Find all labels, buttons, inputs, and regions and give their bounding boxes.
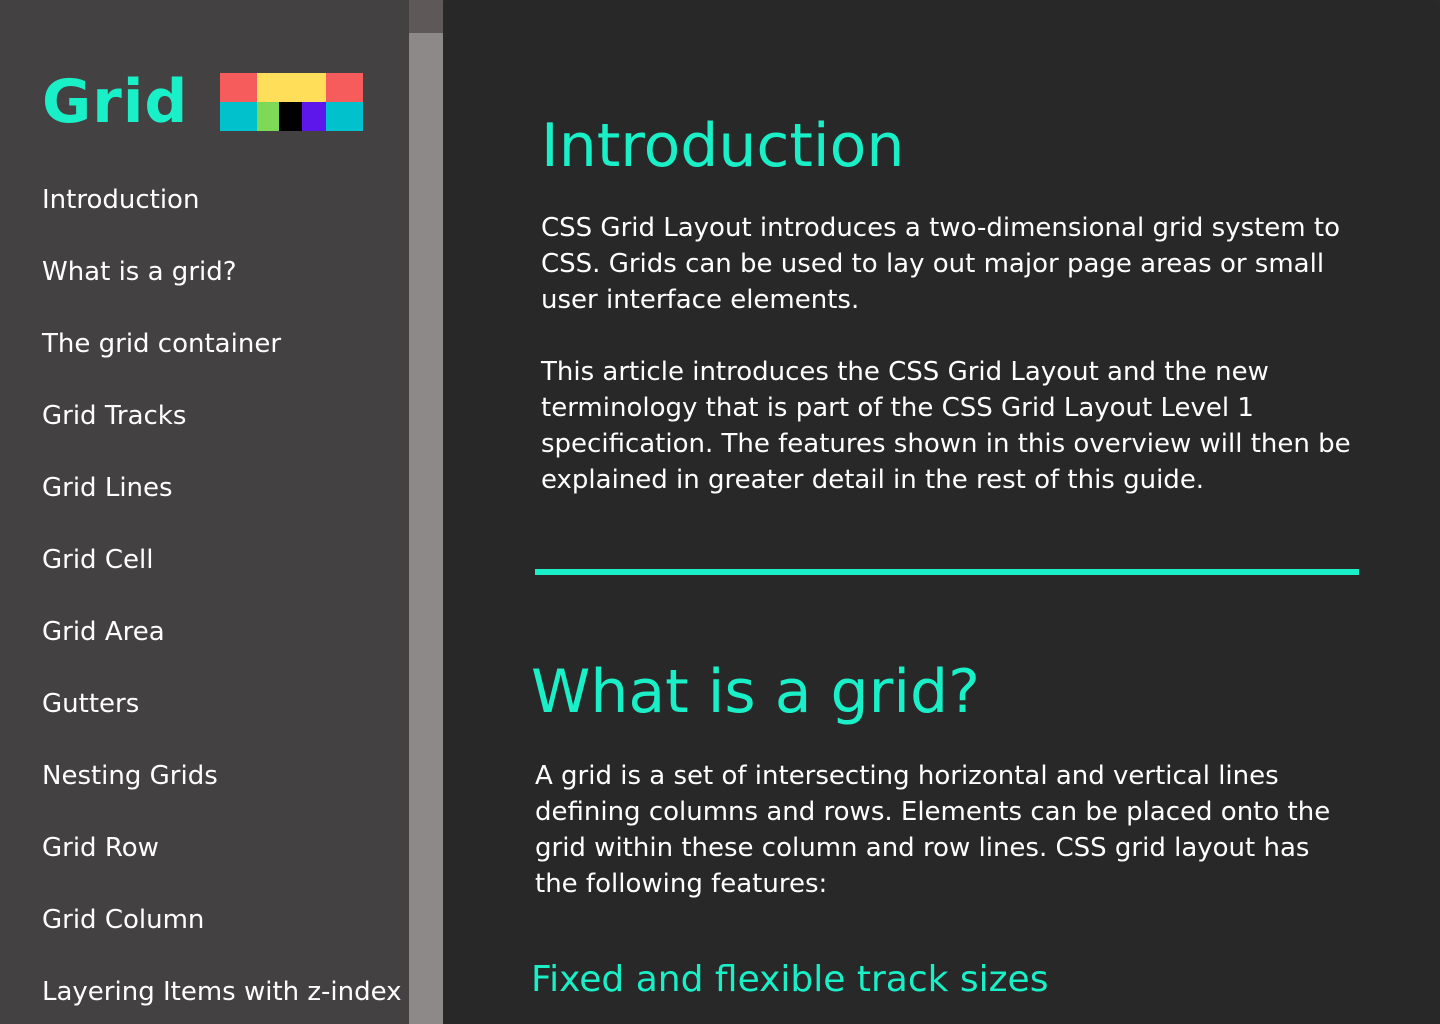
sidebar-item-what-is-a-grid[interactable]: What is a grid? (42, 236, 402, 308)
grid-definition-paragraph: A grid is a set of intersecting horizont… (535, 761, 1331, 899)
scrollbar-thumb[interactable] (409, 0, 443, 33)
brand: Grid (42, 62, 363, 142)
site-title: Grid (42, 67, 189, 137)
main-content: Introduction CSS Grid Layout introduces … (443, 0, 1440, 1024)
sidebar-item-introduction[interactable]: Introduction (42, 164, 402, 236)
section-heading-introduction: Introduction (541, 111, 905, 181)
intro-paragraph-2: This article introduces the CSS Grid Lay… (541, 357, 1351, 495)
sidebar-item-layering-items[interactable]: Layering Items with z-index (42, 956, 402, 1024)
section-divider (535, 569, 1359, 575)
sidebar-item-grid-lines[interactable]: Grid Lines (42, 452, 402, 524)
sidebar-item-grid-tracks[interactable]: Grid Tracks (42, 380, 402, 452)
sidebar-item-grid-cell[interactable]: Grid Cell (42, 524, 402, 596)
sidebar-item-nesting-grids[interactable]: Nesting Grids (42, 740, 402, 812)
sidebar-item-grid-column[interactable]: Grid Column (42, 884, 402, 956)
section-heading-what-is-a-grid: What is a grid? (531, 657, 980, 727)
sidebar-item-grid-container[interactable]: The grid container (42, 308, 402, 380)
grid-logo-icon (220, 73, 363, 131)
subheading-track-sizes: Fixed and flexible track sizes (531, 959, 1049, 1000)
intro-paragraph-1: CSS Grid Layout introduces a two-dimensi… (541, 213, 1340, 315)
sidebar: Grid Introduction What is a grid? The gr… (0, 0, 409, 1024)
sidebar-item-grid-area[interactable]: Grid Area (42, 596, 402, 668)
sidebar-scrollbar[interactable] (409, 0, 443, 1024)
sidebar-nav: Introduction What is a grid? The grid co… (42, 164, 402, 1024)
sidebar-item-grid-row[interactable]: Grid Row (42, 812, 402, 884)
sidebar-item-gutters[interactable]: Gutters (42, 668, 402, 740)
